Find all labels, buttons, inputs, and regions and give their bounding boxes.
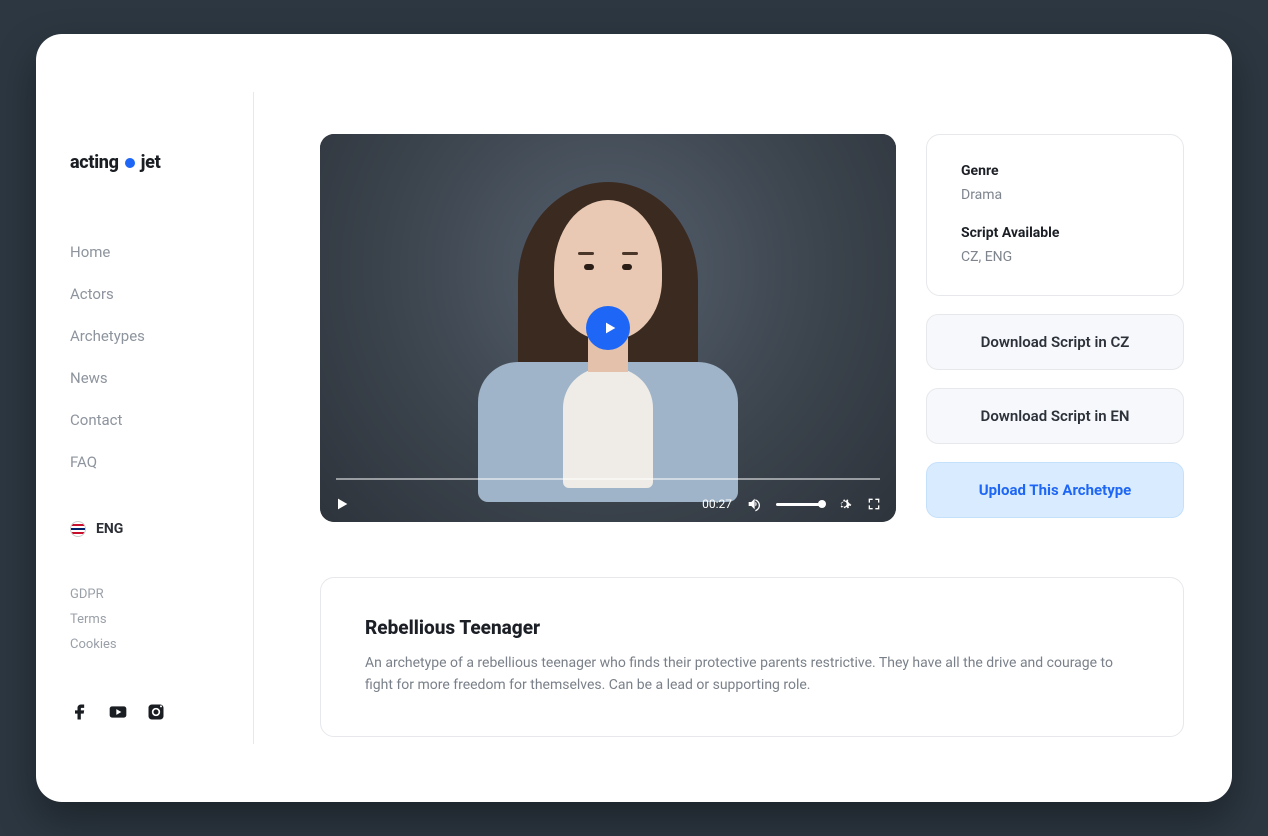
video-duration: 00:27	[702, 497, 732, 511]
nav-archetypes[interactable]: Archetypes	[70, 327, 254, 345]
archetype-title: Rebellious Teenager	[365, 616, 1139, 639]
script-available-value: CZ, ENG	[961, 249, 1149, 265]
nav-faq[interactable]: FAQ	[70, 453, 254, 471]
nav-actors[interactable]: Actors	[70, 285, 254, 303]
facebook-icon[interactable]	[70, 702, 90, 726]
flag-icon	[70, 521, 86, 537]
info-card: Genre Drama Script Available CZ, ENG	[926, 134, 1184, 296]
logo-word-1: acting	[70, 152, 119, 173]
legal-terms[interactable]: Terms	[70, 612, 254, 627]
app-window: acting jet Home Actors Archetypes News C…	[36, 34, 1232, 802]
video-controls: 00:27	[334, 496, 882, 512]
language-label: ENG	[96, 521, 123, 537]
fullscreen-icon[interactable]	[866, 496, 882, 512]
nav-home[interactable]: Home	[70, 243, 254, 261]
logo[interactable]: acting jet	[70, 152, 254, 173]
language-switcher[interactable]: ENG	[70, 521, 254, 537]
sidebar: acting jet Home Actors Archetypes News C…	[36, 34, 254, 802]
legal-links: GDPR Terms Cookies	[70, 587, 254, 652]
side-panel: Genre Drama Script Available CZ, ENG Dow…	[926, 134, 1184, 522]
sidebar-divider	[253, 92, 254, 744]
description-card: Rebellious Teenager An archetype of a re…	[320, 577, 1184, 737]
download-cz-button[interactable]: Download Script in CZ	[926, 314, 1184, 370]
nav-contact[interactable]: Contact	[70, 411, 254, 429]
logo-word-2: jet	[141, 152, 161, 173]
archetype-description: An archetype of a rebellious teenager wh…	[365, 653, 1139, 696]
upload-archetype-button[interactable]: Upload This Archetype	[926, 462, 1184, 518]
volume-slider[interactable]	[776, 503, 822, 506]
play-icon	[602, 320, 618, 336]
seek-bar[interactable]	[336, 478, 880, 480]
legal-cookies[interactable]: Cookies	[70, 637, 254, 652]
genre-label: Genre	[961, 163, 1149, 179]
video-player[interactable]: 00:27	[320, 134, 896, 522]
legal-gdpr[interactable]: GDPR	[70, 587, 254, 602]
play-small-icon[interactable]	[334, 496, 350, 512]
volume-icon[interactable]	[746, 496, 762, 512]
main-content: 00:27 Genre Drama Script Available CZ,	[254, 34, 1232, 802]
genre-value: Drama	[961, 187, 1149, 203]
youtube-icon[interactable]	[108, 702, 128, 726]
main-nav: Home Actors Archetypes News Contact FAQ	[70, 243, 254, 471]
instagram-icon[interactable]	[146, 702, 166, 726]
nav-news[interactable]: News	[70, 369, 254, 387]
settings-icon[interactable]	[836, 496, 852, 512]
play-button[interactable]	[586, 306, 630, 350]
download-en-button[interactable]: Download Script in EN	[926, 388, 1184, 444]
logo-dot-icon	[125, 158, 135, 168]
script-available-label: Script Available	[961, 225, 1149, 241]
social-links	[70, 702, 254, 726]
